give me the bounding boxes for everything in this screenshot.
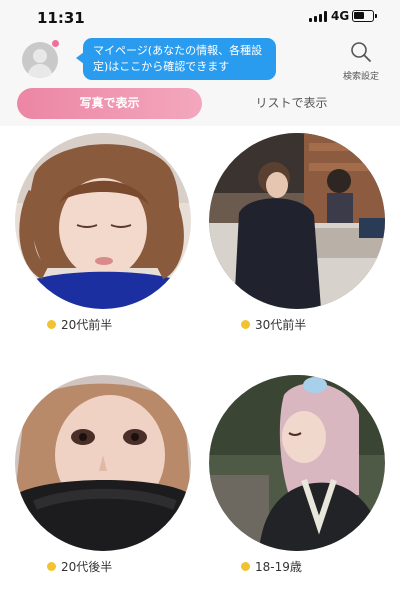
profile-photo[interactable] [209,375,385,551]
online-status-dot [47,562,56,571]
header: マイページ(あなたの情報、各種設定)はここから確認できます 検索設定 写真で表示… [0,34,400,126]
profile-card[interactable]: 20代前半 [15,133,191,332]
age-label: 18-19歳 [241,558,302,575]
status-bar: 11:31 4G [0,0,400,34]
notification-dot [51,39,60,48]
search-settings-button[interactable]: 検索設定 [336,40,386,86]
status-time: 11:31 [37,9,85,27]
age-label: 20代前半 [47,316,112,333]
tab-photo-view[interactable]: 写真で表示 [17,88,202,119]
profile-photo[interactable] [209,133,385,309]
age-text: 30代前半 [255,318,307,332]
age-text: 18-19歳 [255,560,302,574]
profile-photo[interactable] [15,133,191,309]
online-status-dot [47,320,56,329]
age-text: 20代後半 [61,560,113,574]
online-status-dot [241,320,250,329]
age-label: 30代前半 [241,316,306,333]
search-settings-label: 検索設定 [342,72,379,82]
age-label: 20代後半 [47,558,112,575]
profile-card[interactable]: 18-19歳 [209,375,385,574]
profile-card[interactable]: 30代前半 [209,133,385,332]
tab-list-view[interactable]: リストで表示 [200,88,383,119]
profile-card[interactable]: 20代後半 [15,375,191,574]
mypage-tooltip[interactable]: マイページ(あなたの情報、各種設定)はここから確認できます [76,38,276,80]
battery-icon [352,10,377,22]
profile-photo[interactable] [15,375,191,551]
signal-bars-icon [309,11,327,22]
search-icon [351,42,371,62]
network-type: 4G [331,9,350,23]
online-status-dot [241,562,250,571]
screen: 11:31 4G マイページ(あなたの情報、各種設定)はここから確認できます 検… [0,0,400,602]
age-text: 20代前半 [61,318,113,332]
